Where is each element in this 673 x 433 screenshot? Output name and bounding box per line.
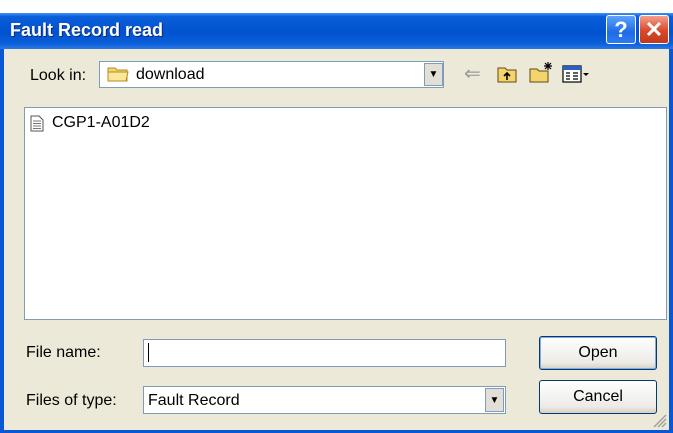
close-button[interactable]: ✕ xyxy=(639,15,669,44)
open-button-label: Open xyxy=(578,344,618,361)
file-list[interactable] xyxy=(24,107,667,320)
back-arrow-icon[interactable]: ⇐ xyxy=(464,64,481,84)
file-name-label: File name: xyxy=(26,344,101,361)
window-title: Fault Record read xyxy=(10,20,164,40)
cancel-button[interactable]: Cancel xyxy=(539,380,657,414)
cancel-button-label: Cancel xyxy=(573,388,623,405)
new-folder-icon[interactable] xyxy=(528,61,554,83)
chevron-down-icon: ▼ xyxy=(489,394,500,406)
close-icon: ✕ xyxy=(644,16,664,42)
files-of-type-label: Files of type: xyxy=(26,392,117,409)
text-caret xyxy=(148,343,149,362)
chevron-down-icon: ▼ xyxy=(428,69,439,80)
file-name-input[interactable] xyxy=(143,339,506,367)
file-name-label: CGP1-A01D2 xyxy=(52,114,150,131)
look-in-label: Look in: xyxy=(30,67,87,84)
up-folder-icon[interactable] xyxy=(496,64,518,84)
help-icon: ? xyxy=(614,16,628,42)
view-menu-icon[interactable] xyxy=(562,64,590,84)
look-in-dropdown-button[interactable]: ▼ xyxy=(424,63,443,86)
files-of-type-dropdown-button[interactable]: ▼ xyxy=(485,388,504,412)
open-button[interactable]: Open xyxy=(539,336,657,370)
help-button[interactable]: ? xyxy=(606,15,636,44)
folder-icon xyxy=(107,67,129,82)
files-of-type-value: Fault Record xyxy=(148,392,240,409)
look-in-value: download xyxy=(136,66,205,83)
text-file-icon xyxy=(30,115,44,132)
resize-grip-icon[interactable] xyxy=(651,412,667,428)
